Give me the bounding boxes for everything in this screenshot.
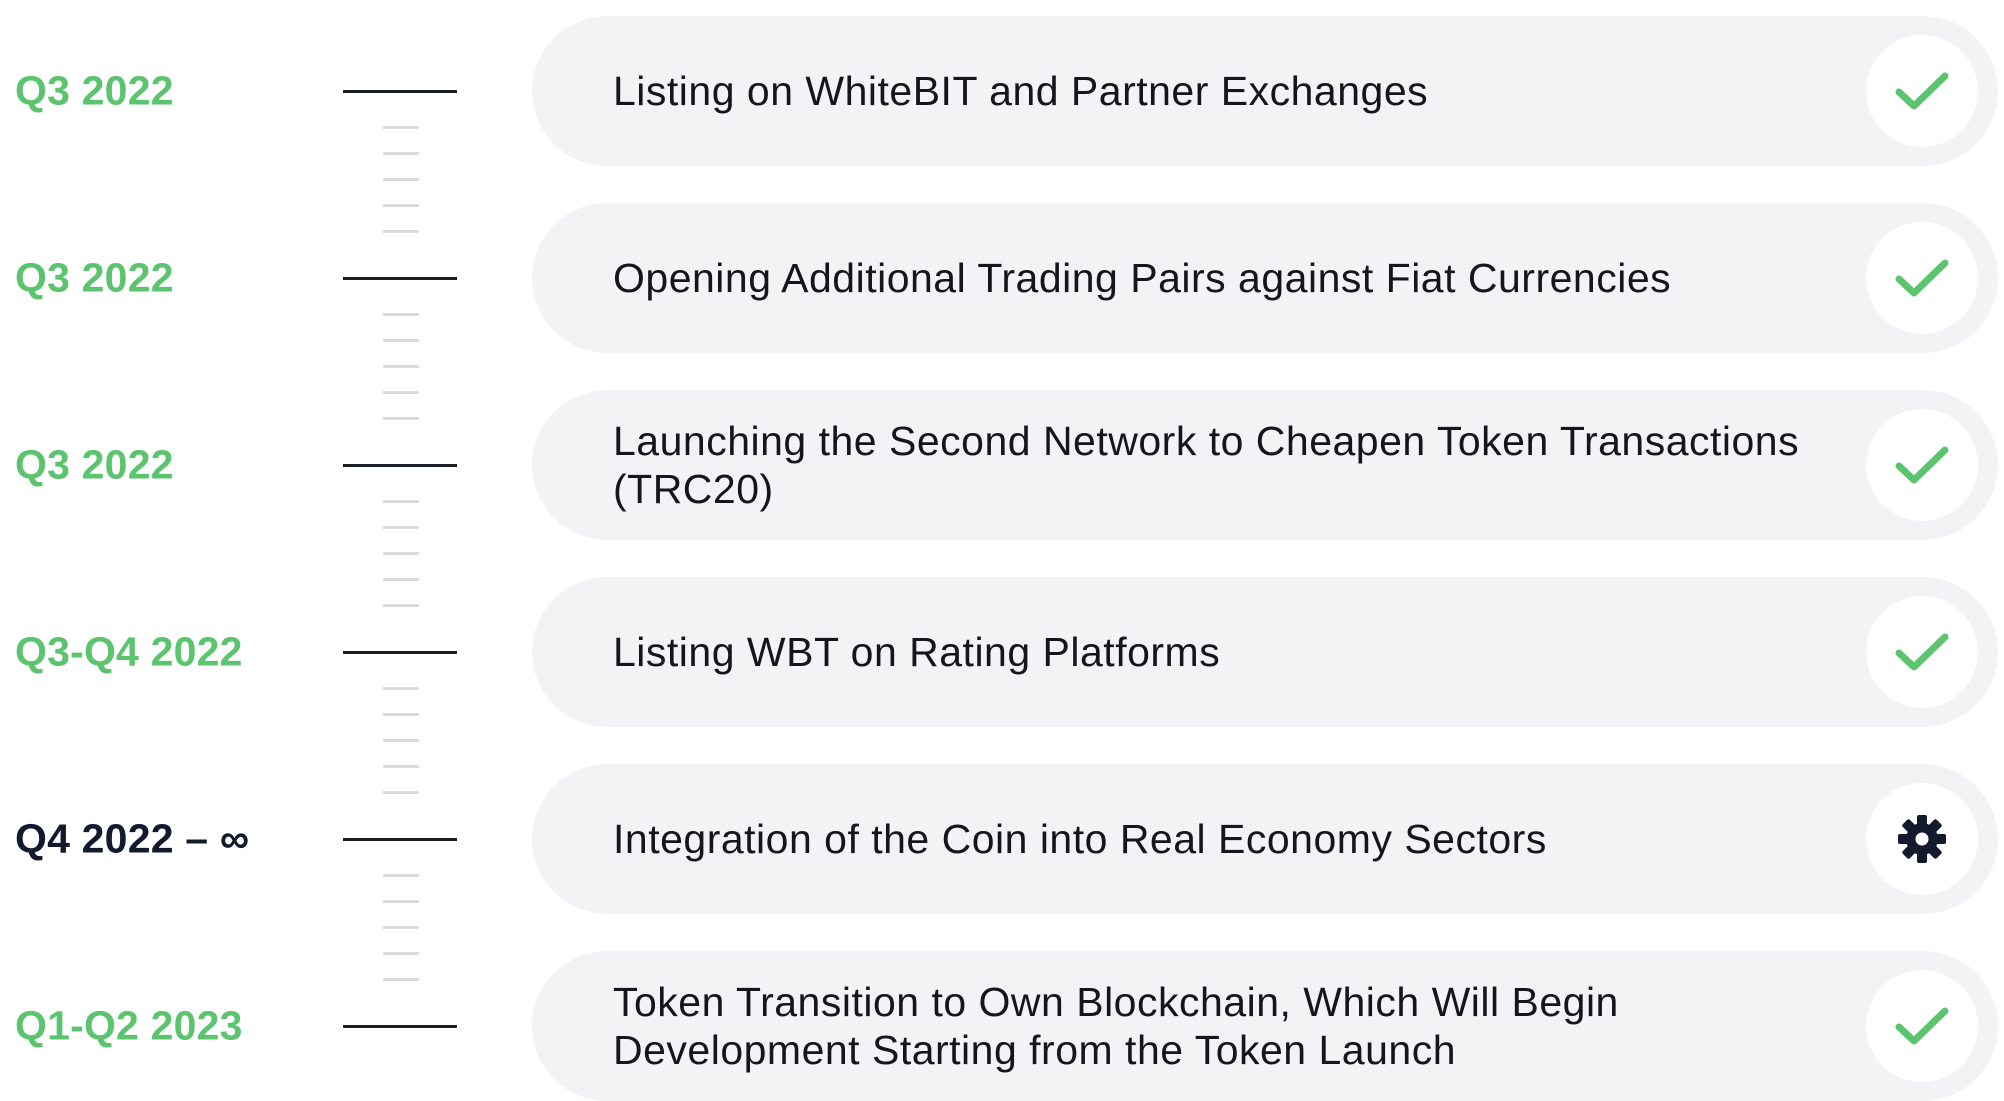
status-badge [1866,783,1978,895]
milestone-card: Integration of the Coin into Real Econom… [532,764,1998,914]
roadmap-timeline: Q3 2022 Listing on WhiteBIT and Partner … [0,0,2004,1101]
gear-icon [1898,815,1946,863]
milestone-card: Listing WBT on Rating Platforms [532,577,1998,727]
milestone-card: Token Transition to Own Blockchain, Whic… [532,951,1998,1101]
milestone-card: Listing on WhiteBIT and Partner Exchange… [532,16,1998,166]
milestone-text: Token Transition to Own Blockchain, Whic… [613,979,1619,1073]
period-label: Q3-Q4 2022 [15,628,243,675]
period-label: Q3 2022 [15,254,174,301]
check-icon [1895,446,1949,484]
status-badge [1866,596,1978,708]
milestone-text: Integration of the Coin into Real Econom… [613,816,1547,862]
status-badge [1866,409,1978,521]
check-icon [1895,1007,1949,1045]
milestone-text: Launching the Second Network to Cheapen … [613,418,1800,512]
roadmap-item: Q3-Q4 2022 Listing WBT on Rating Platfor… [0,577,2004,794]
roadmap-item: Q4 2022 – ∞ Integration of the Coin into… [0,764,2004,981]
check-icon [1895,72,1949,110]
milestone-card: Opening Additional Trading Pairs against… [532,203,1998,353]
timeline-tick [343,1025,457,1028]
timeline-tick [343,90,457,93]
milestone-text: Opening Additional Trading Pairs against… [613,255,1672,301]
status-badge [1866,222,1978,334]
period-label: Q3 2022 [15,441,174,488]
check-icon [1895,259,1949,297]
milestone-text: Listing on WhiteBIT and Partner Exchange… [613,68,1429,114]
timeline-tick [343,464,457,467]
check-icon [1895,633,1949,671]
timeline-tick [343,651,457,654]
roadmap-item: Q3 2022 Launching the Second Network to … [0,390,2004,607]
timeline-tick [343,838,457,841]
status-badge [1866,35,1978,147]
period-label: Q3 2022 [15,67,174,114]
period-label: Q4 2022 – ∞ [15,815,250,862]
milestone-text: Listing WBT on Rating Platforms [613,629,1221,675]
roadmap-item: Q1-Q2 2023 Token Transition to Own Block… [0,951,2004,1101]
roadmap-item: Q3 2022 Opening Additional Trading Pairs… [0,203,2004,420]
timeline-tick [343,277,457,280]
period-label: Q1-Q2 2023 [15,1002,243,1049]
roadmap-item: Q3 2022 Listing on WhiteBIT and Partner … [0,16,2004,233]
milestone-card: Launching the Second Network to Cheapen … [532,390,1998,540]
status-badge [1866,970,1978,1082]
